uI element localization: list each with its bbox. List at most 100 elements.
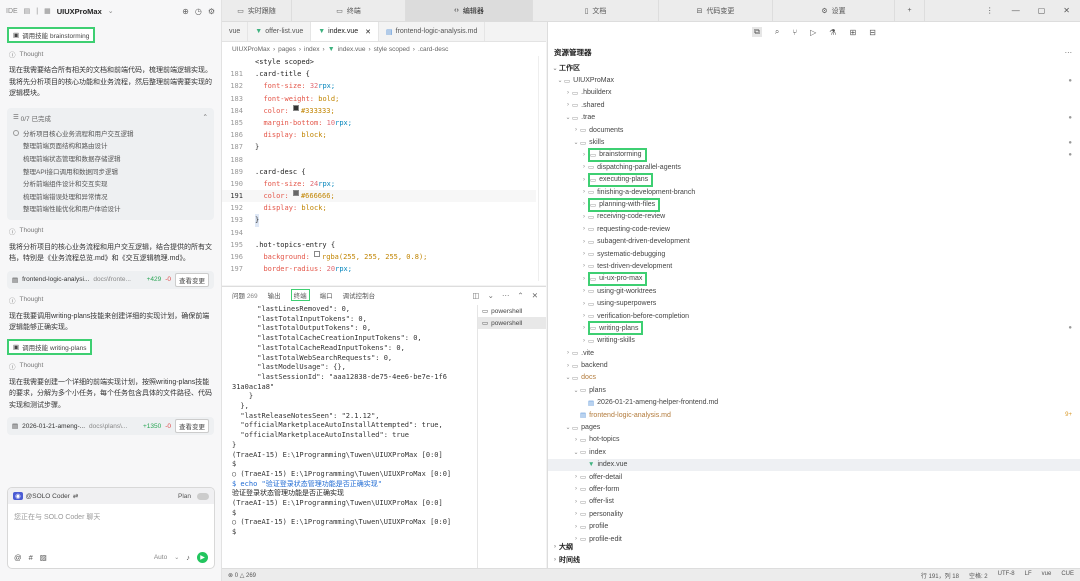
send-button[interactable]: ▶ (197, 552, 208, 563)
close-icon[interactable]: ✕ (365, 28, 371, 36)
tree-folder[interactable]: › ▭ using-superpowers (548, 297, 1080, 309)
search-icon[interactable]: ⌕ (775, 27, 779, 37)
chat-input[interactable]: 您正在与 SOLO Coder 聊天 (14, 512, 208, 522)
file-change-card[interactable]: ▤ frontend-logic-analysi... docs\fronte.… (7, 270, 214, 289)
tab-debug-console[interactable]: 调试控制台 (343, 290, 376, 300)
minimize-icon[interactable]: — (1012, 6, 1020, 15)
chevron-up-icon[interactable]: ⌃ (517, 291, 523, 300)
tree-folder[interactable]: ⌄ ▭ plans (548, 384, 1080, 396)
tree-folder[interactable]: ⌄ ▭ skills ● (548, 136, 1080, 148)
tree-folder[interactable]: › ▭ requesting-code-review (548, 223, 1080, 235)
layout-icon[interactable]: ▤ (24, 7, 31, 15)
thought-toggle[interactable]: ⓘ Thought (9, 49, 212, 60)
chevron-down-icon[interactable]: ⌄ (108, 7, 114, 15)
plan-toggle[interactable] (197, 492, 209, 500)
breadcrumb-item[interactable]: index (304, 46, 320, 53)
tree-folder[interactable]: › ▭ test-driven-development (548, 260, 1080, 272)
tab-ports[interactable]: 端口 (320, 290, 333, 300)
view-changes-button[interactable]: 查看变更 (175, 272, 209, 287)
problems-count[interactable]: ⊗ 0 △ 269 (228, 572, 256, 579)
close-icon[interactable]: ✕ (1063, 6, 1070, 15)
thought-toggle[interactable]: ⓘ Thought (9, 226, 212, 236)
close-icon[interactable]: ✕ (532, 291, 538, 300)
history-icon[interactable]: ◷ (195, 7, 202, 16)
extensions-icon[interactable]: ⊞ (849, 28, 856, 37)
thought-toggle[interactable]: ⓘ Thought (9, 361, 212, 371)
source-control-icon[interactable]: ⑂ (792, 28, 797, 37)
tab-docs[interactable]: ▯ 文档 (533, 0, 659, 22)
editor-scrollbar[interactable] (538, 56, 544, 281)
add-icon[interactable]: ⊕ (182, 7, 189, 16)
tab-settings[interactable]: ⚙ 设置 (773, 0, 895, 22)
editor-tab-active[interactable]: ▼ index.vue ✕ (311, 22, 380, 41)
tree-folder[interactable]: ⌄ ▭ index (548, 446, 1080, 458)
more-icon[interactable]: ⋯ (1065, 48, 1080, 57)
view-changes-button[interactable]: 查看变更 (175, 419, 209, 434)
tree-folder[interactable]: ⌄ ▭ docs (548, 372, 1080, 384)
editor-tab[interactable]: ▼ offer-list.vue (248, 22, 312, 41)
shuffle-icon[interactable]: ⇄ (73, 492, 78, 500)
add-tab-button[interactable]: + (895, 0, 925, 22)
tree-folder[interactable]: ⌄ ▭ UIUXProMax ● (548, 74, 1080, 86)
indentation[interactable]: 空格: 2 (969, 571, 988, 580)
tree-folder[interactable]: › ▭ verification-before-completion (548, 310, 1080, 322)
tab-terminal[interactable]: 终端 (290, 289, 310, 301)
terminal-instance[interactable]: ▭ powershell (478, 305, 546, 317)
breadcrumb-item[interactable]: pages (278, 46, 296, 53)
chevron-down-icon[interactable]: ⌄ (488, 291, 494, 300)
tree-folder[interactable]: › ▭ writing-plans ● (548, 321, 1080, 336)
tree-folder[interactable]: › ▭ planning-with-files (548, 197, 1080, 212)
thought-toggle[interactable]: ⓘ Thought (9, 295, 212, 305)
tree-folder[interactable]: › ▭ subagent-driven-development (548, 235, 1080, 247)
tree-folder[interactable]: › ▭ hot-topics (548, 434, 1080, 446)
project-name[interactable]: UIUXProMax (57, 7, 102, 16)
tree-file[interactable]: ▤ 2026-01-21-ameng-helper-frontend.md (548, 397, 1080, 409)
color-swatch[interactable] (292, 190, 299, 197)
tree-folder[interactable]: › ▭ offer-list (548, 496, 1080, 508)
breadcrumb-item[interactable]: style scoped (374, 46, 410, 53)
microphone-icon[interactable]: ♪ (186, 553, 190, 562)
files-icon[interactable]: ⧉ (752, 27, 762, 37)
collapse-icon[interactable]: ⌃ (203, 113, 208, 123)
breadcrumb-item[interactable]: .card-desc (418, 46, 448, 53)
model-select[interactable]: Auto (154, 554, 167, 561)
tree-folder[interactable]: › ▭ systematic-debugging (548, 248, 1080, 260)
tree-folder[interactable]: › ▭ personality (548, 508, 1080, 520)
tree-file[interactable]: ▼ index.vue (548, 458, 1080, 471)
tree-folder[interactable]: › ▭ profile (548, 520, 1080, 532)
line-ending[interactable]: LF (1025, 571, 1032, 580)
terminal-output[interactable]: "lastLinesRemoved": 0, "lastTotalInputTo… (222, 305, 474, 568)
tree-folder[interactable]: › ▭ dispatching-parallel-agents (548, 161, 1080, 173)
language-mode[interactable]: vue (1042, 571, 1052, 580)
outline-section[interactable]: › 大纲 (548, 541, 1080, 553)
ide-toggle[interactable]: IDE (6, 8, 18, 15)
tree-folder[interactable]: › ▭ offer-detail (548, 471, 1080, 483)
terminal-instance[interactable]: ▭ powershell (478, 317, 546, 329)
color-swatch[interactable] (292, 104, 299, 111)
mention-icon[interactable]: @ (14, 553, 22, 562)
tool-call-writing-plans[interactable]: ▣ 调用技能 writing-plans (7, 338, 93, 355)
tree-folder[interactable]: › ▭ .vite (548, 347, 1080, 359)
database-icon[interactable]: ⊟ (869, 28, 876, 37)
timeline-section[interactable]: › 时间线 (548, 554, 1080, 566)
tree-folder[interactable]: › ▭ backend (548, 359, 1080, 371)
maximize-icon[interactable]: ▢ (1038, 6, 1046, 15)
tree-folder[interactable]: › ▭ documents (548, 124, 1080, 136)
tree-folder[interactable]: › ▭ offer-form (548, 483, 1080, 495)
breadcrumb-item[interactable]: index.vue (338, 46, 366, 53)
color-swatch[interactable] (314, 251, 321, 257)
tab-live-follow[interactable]: ▭ 实时跟随 (222, 0, 292, 22)
editor-tab[interactable]: vue (222, 22, 249, 41)
file-change-card[interactable]: ▤ 2026-01-21-ameng-... docs\plans\... +1… (7, 417, 214, 436)
split-terminal-icon[interactable]: ◫ (473, 291, 480, 300)
more-icon[interactable]: ⋯ (502, 291, 510, 300)
more-icon[interactable]: ⋮ (986, 6, 994, 15)
image-icon[interactable]: ▨ (40, 553, 47, 562)
encoding[interactable]: UTF-8 (998, 571, 1015, 580)
workspace-section[interactable]: ⌄ 工作区 (548, 62, 1080, 74)
hash-icon[interactable]: # (29, 553, 33, 562)
tree-file[interactable]: ▤ frontend-logic-analysis.md 9+ (548, 409, 1080, 421)
tree-folder[interactable]: ⌄ ▭ .trae ● (548, 112, 1080, 124)
chevron-down-icon[interactable]: ⌄ (174, 554, 179, 561)
tree-folder[interactable]: › ▭ brainstorming ● (548, 147, 1080, 162)
